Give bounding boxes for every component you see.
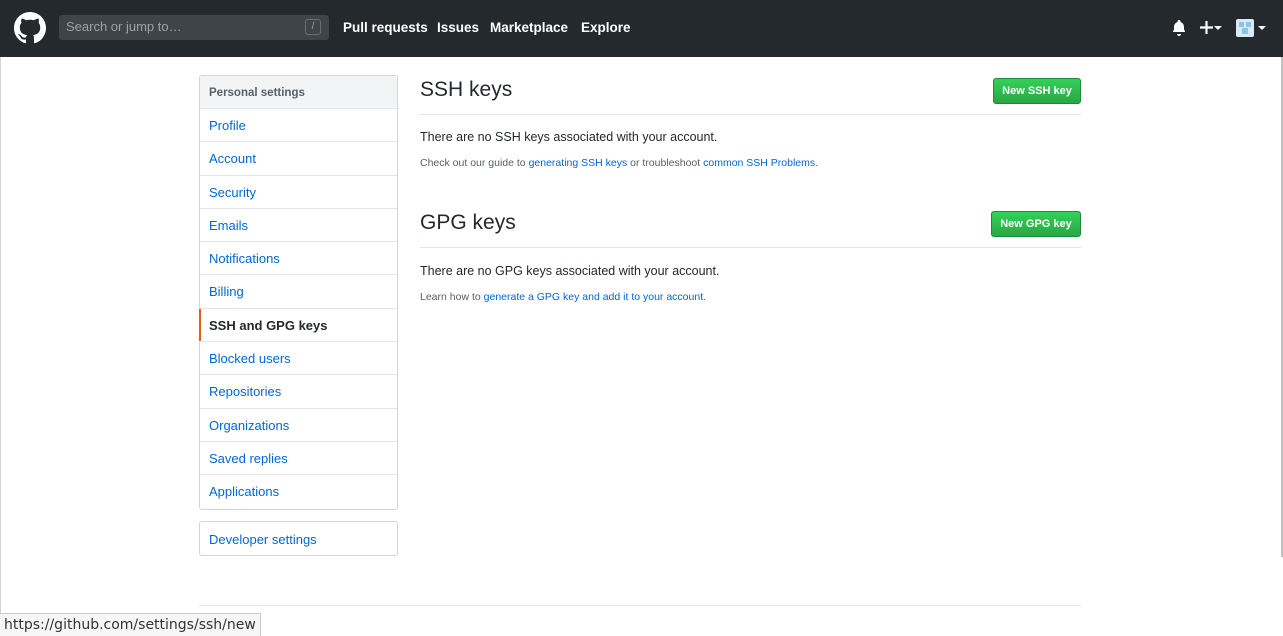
- top-header: Search or jump to… / Pull requests Issue…: [0, 0, 1283, 57]
- ssh-empty-message: There are no SSH keys associated with yo…: [420, 130, 718, 144]
- gpg-keys-title: GPG keys: [420, 211, 516, 234]
- search-placeholder: Search or jump to…: [66, 19, 182, 34]
- plus-icon[interactable]: [1200, 21, 1213, 34]
- avatar-caret-icon[interactable]: [1258, 26, 1266, 30]
- sidebar-item-blocked-users[interactable]: Blocked users: [200, 342, 397, 376]
- ssh-note-mid: or troubleshoot: [627, 157, 704, 169]
- gpg-empty-message: There are no GPG keys associated with yo…: [420, 264, 720, 278]
- sidebar-item-account[interactable]: Account: [200, 142, 397, 176]
- sidebar-item-profile[interactable]: Profile: [200, 109, 397, 143]
- sidebar-item-applications[interactable]: Applications: [200, 475, 397, 508]
- new-ssh-key-button[interactable]: New SSH key: [993, 78, 1081, 104]
- nav-pull-requests[interactable]: Pull requests: [343, 20, 428, 36]
- nav-explore[interactable]: Explore: [581, 20, 631, 36]
- sidebar-item-security[interactable]: Security: [200, 176, 397, 209]
- bell-icon[interactable]: [1172, 20, 1186, 36]
- generating-ssh-keys-link[interactable]: generating SSH keys: [529, 157, 628, 169]
- avatar[interactable]: [1236, 19, 1254, 37]
- link-status-bar: https://github.com/settings/ssh/new: [0, 613, 261, 636]
- ssh-note-prefix: Check out our guide to: [420, 157, 529, 169]
- settings-sidebar: Personal settings Profile Account Securi…: [199, 75, 398, 510]
- gpg-note-prefix: Learn how to: [420, 291, 484, 303]
- ssh-divider: [420, 114, 1081, 115]
- ssh-keys-title: SSH keys: [420, 78, 513, 101]
- ssh-help-note: Check out our guide to generating SSH ke…: [420, 157, 818, 169]
- sidebar-item-organizations[interactable]: Organizations: [200, 409, 397, 442]
- sidebar-item-emails[interactable]: Emails: [200, 209, 397, 243]
- sidebar-item-ssh-gpg-keys[interactable]: SSH and GPG keys: [199, 308, 397, 343]
- github-logo-icon[interactable]: [14, 12, 46, 44]
- gpg-help-note: Learn how to generate a GPG key and add …: [420, 291, 706, 303]
- sidebar-item-developer-settings[interactable]: Developer settings: [199, 521, 398, 556]
- sidebar-item-billing[interactable]: Billing: [200, 275, 397, 309]
- sidebar-item-repositories[interactable]: Repositories: [200, 375, 397, 409]
- sidebar-item-notifications[interactable]: Notifications: [200, 242, 397, 276]
- sidebar-heading: Personal settings: [200, 76, 397, 109]
- search-shortcut-key: /: [305, 19, 321, 35]
- common-ssh-problems-link[interactable]: common SSH Problems: [703, 157, 815, 169]
- nav-issues[interactable]: Issues: [437, 20, 479, 36]
- gpg-divider: [420, 247, 1081, 248]
- new-gpg-key-button[interactable]: New GPG key: [991, 211, 1081, 237]
- create-menu-caret-icon[interactable]: [1214, 26, 1222, 30]
- window-border: [0, 57, 1, 636]
- generate-gpg-key-link[interactable]: generate a GPG key and add it to your ac…: [484, 291, 703, 303]
- ssh-note-suffix: .: [815, 157, 819, 169]
- search-input[interactable]: Search or jump to… /: [59, 15, 329, 40]
- sidebar-item-saved-replies[interactable]: Saved replies: [200, 442, 397, 476]
- footer-divider: [199, 605, 1081, 606]
- gpg-note-suffix: .: [703, 291, 707, 303]
- nav-marketplace[interactable]: Marketplace: [490, 20, 568, 36]
